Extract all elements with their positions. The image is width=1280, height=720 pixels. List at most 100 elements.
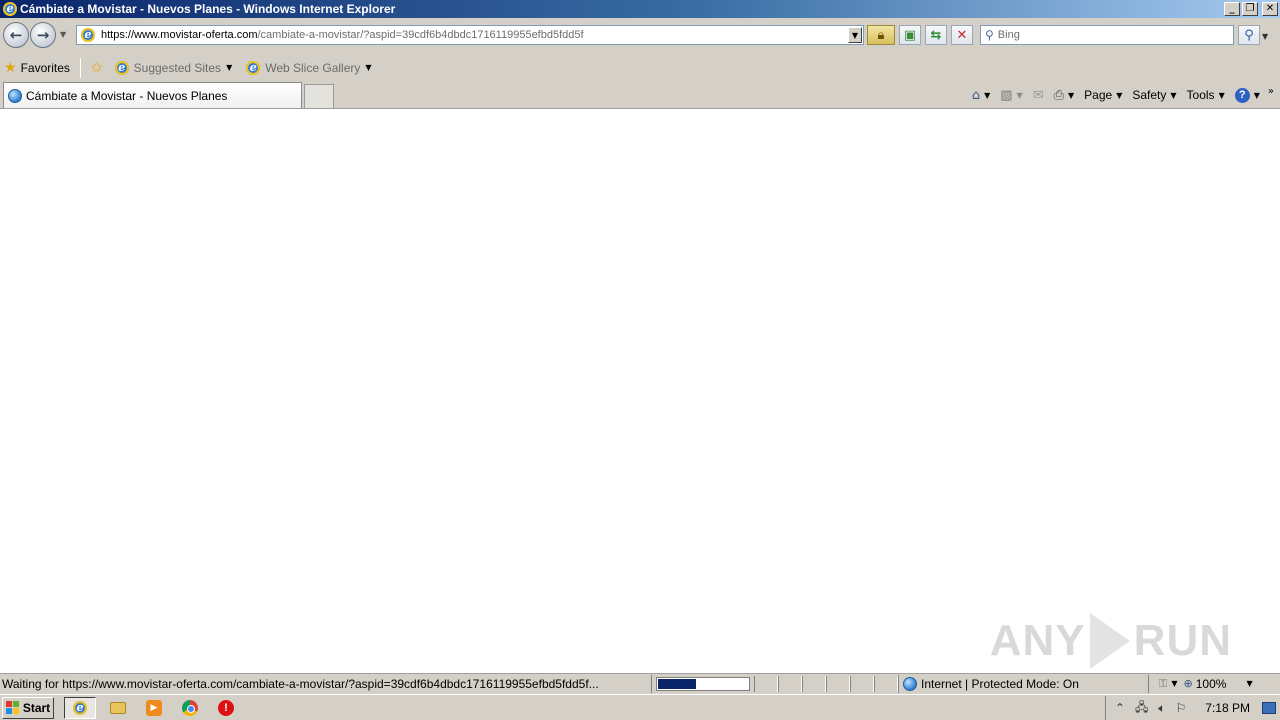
chevron-down-icon: ▼: [226, 63, 233, 72]
help-icon: ?: [1234, 87, 1250, 103]
show-hidden-icons-icon[interactable]: ⌃: [1115, 701, 1125, 715]
web-slice-gallery-label: Web Slice Gallery: [265, 60, 361, 75]
window-controls: _ ❐ ✕: [1224, 2, 1278, 16]
anyrun-watermark: ANY RUN: [990, 613, 1232, 669]
tab-title: Cámbiate a Movistar - Nuevos Planes: [26, 88, 228, 103]
chevron-down-icon: ▼: [1246, 679, 1253, 688]
navigation-bar: ← → ▼ e https://www. movistar-oferta.com /…: [0, 18, 1280, 54]
stop-icon: ✕: [956, 27, 968, 43]
search-options-dropdown[interactable]: ▼: [1262, 32, 1268, 41]
address-dropdown-button[interactable]: ▼: [848, 27, 862, 43]
refresh-icon: ⇆: [930, 27, 942, 43]
add-to-favorites-bar-button[interactable]: ✩: [87, 57, 111, 79]
show-desktop-icon[interactable]: [1262, 702, 1276, 714]
suggested-sites-button[interactable]: e Suggested Sites ▼: [111, 57, 237, 79]
tab-bar: Cámbiate a Movistar - Nuevos Planes ⌂ ▼ …: [0, 81, 1280, 108]
web-slice-gallery-button[interactable]: e Web Slice Gallery ▼: [242, 57, 375, 79]
address-bar[interactable]: e https://www. movistar-oferta.com/cambia…: [76, 25, 864, 45]
security-lock-button[interactable]: 🔒︎: [867, 25, 895, 45]
minimize-button[interactable]: _: [1224, 2, 1240, 16]
zone-text: Internet | Protected Mode: On: [921, 676, 1079, 691]
folder-icon: [110, 701, 126, 714]
lock-icon: ⚿: [1159, 676, 1168, 690]
loading-progress-bar: [656, 676, 750, 691]
popup-blocker-button[interactable]: ⚿ ▼: [1159, 677, 1178, 691]
watermark-left-text: ANY: [989, 616, 1086, 665]
forward-button[interactable]: →: [30, 22, 56, 48]
compatibility-view-icon: ▣: [903, 27, 917, 43]
page-menu-label: Page: [1084, 88, 1113, 102]
suggested-sites-icon: e: [114, 60, 129, 75]
more-commands-chevron-icon[interactable]: »: [1268, 86, 1274, 97]
status-cell: [802, 675, 826, 692]
print-button[interactable]: ⎙ ▼: [1054, 88, 1075, 103]
volume-icon[interactable]: 🔈︎: [1158, 701, 1165, 716]
chevron-down-icon: ▼: [1016, 90, 1023, 100]
compatibility-view-button[interactable]: ▣: [899, 25, 921, 45]
zoom-level: 100%: [1195, 676, 1227, 691]
favorites-separator: [79, 57, 81, 78]
tools-menu[interactable]: Tools ▼: [1187, 88, 1225, 102]
status-text: Waiting for https://www.movistar-oferta.…: [0, 674, 652, 693]
chevron-down-icon: ▼: [1218, 90, 1225, 100]
taskbar-explorer[interactable]: [104, 697, 132, 719]
taskbar-red-app[interactable]: !: [212, 697, 240, 719]
status-separator: [1148, 674, 1149, 693]
chrome-icon: [182, 699, 198, 716]
start-button[interactable]: Start: [2, 696, 54, 719]
recent-pages-dropdown[interactable]: ▼: [60, 30, 66, 39]
url-path: /cambiate-a-movistar/?aspid=39cdf6b4dbdc…: [257, 29, 584, 41]
tools-menu-label: Tools: [1186, 88, 1215, 102]
back-button[interactable]: ←: [3, 22, 29, 48]
lock-icon: 🔒︎: [877, 27, 885, 43]
read-mail-button[interactable]: ✉: [1033, 88, 1044, 103]
zoom-level-button[interactable]: ⊕ 100% ▼: [1184, 677, 1253, 691]
action-center-flag-icon[interactable]: ⚐: [1176, 701, 1187, 715]
rss-feed-icon: ▧: [1000, 87, 1013, 103]
home-button[interactable]: ⌂ ▼: [972, 88, 990, 103]
forward-arrow-icon: →: [36, 26, 50, 44]
progress-fill: [658, 678, 696, 689]
taskbar-media-player[interactable]: ▶: [140, 697, 168, 719]
page-menu[interactable]: Page ▼: [1084, 88, 1122, 102]
system-tray: ⌃ 🖧︎ 🔈︎ ⚐ 7:18 PM: [1104, 696, 1280, 720]
window-title: Cámbiate a Movistar - Nuevos Planes - Wi…: [20, 2, 396, 16]
network-icon[interactable]: 🖧︎: [1135, 698, 1148, 719]
chevron-down-icon: ▼: [1170, 90, 1177, 100]
mail-icon: ✉: [1032, 87, 1044, 103]
suggested-sites-label: Suggested Sites: [133, 60, 222, 75]
command-bar: ⌂ ▼ ▧ ▼ ✉ ⎙ ▼ Page ▼ Safety ▼ Tools ▼ ? …: [962, 84, 1274, 106]
search-button[interactable]: ⚲: [1238, 25, 1260, 45]
tab-active[interactable]: Cámbiate a Movistar - Nuevos Planes: [3, 82, 302, 108]
safety-menu[interactable]: Safety ▼: [1132, 88, 1176, 102]
status-cell: [778, 675, 802, 692]
feeds-button[interactable]: ▧ ▼: [1000, 88, 1022, 103]
favorites-star-icon: ★: [4, 59, 17, 76]
favorites-label: Favorites: [20, 60, 70, 75]
stop-button[interactable]: ✕: [951, 25, 973, 45]
favorites-bar: ★ Favorites ✩ e Suggested Sites ▼ e Web …: [0, 54, 1280, 81]
taskbar-internet-explorer[interactable]: e: [64, 696, 96, 719]
restore-button[interactable]: ❐: [1242, 2, 1258, 16]
search-icon: ⚲: [1244, 27, 1254, 43]
chevron-down-icon: ▼: [365, 63, 372, 72]
page-icon: e: [81, 28, 95, 42]
chevron-down-icon: ▼: [1253, 90, 1260, 100]
search-input[interactable]: ⚲ Bing: [980, 25, 1234, 45]
home-icon: ⌂: [971, 87, 981, 103]
play-icon: [1089, 613, 1130, 669]
favorites-button[interactable]: ★ Favorites: [0, 57, 74, 79]
chevron-down-icon: ▼: [1116, 90, 1123, 100]
internet-zone-globe-icon: [903, 676, 917, 691]
safety-menu-label: Safety: [1132, 88, 1167, 102]
url-domain: movistar-oferta.com: [160, 29, 258, 41]
refresh-button[interactable]: ⇆: [925, 25, 947, 45]
security-zone[interactable]: Internet | Protected Mode: On: [898, 674, 1148, 693]
media-player-icon: ▶: [146, 699, 162, 716]
taskbar-chrome[interactable]: [176, 697, 204, 719]
clock[interactable]: 7:18 PM: [1205, 701, 1250, 715]
add-favorite-icon: ✩: [90, 59, 103, 76]
help-menu[interactable]: ? ▼: [1234, 87, 1260, 103]
new-tab-button[interactable]: [304, 84, 334, 108]
close-button[interactable]: ✕: [1262, 2, 1278, 16]
